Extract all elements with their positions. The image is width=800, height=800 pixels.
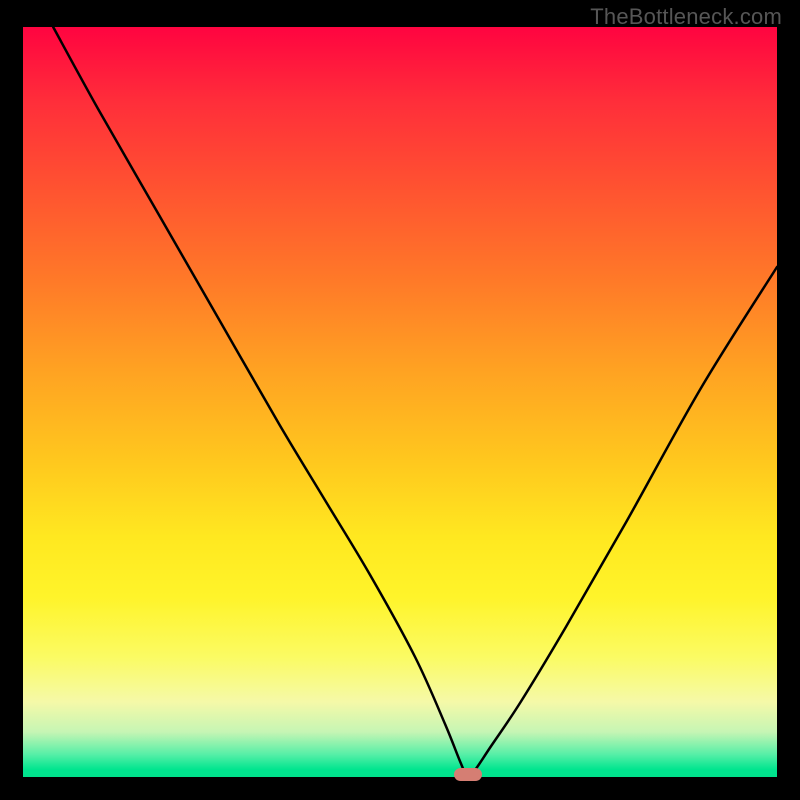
minimum-marker	[454, 768, 482, 781]
plot-area	[23, 27, 777, 777]
watermark-text: TheBottleneck.com	[590, 4, 782, 30]
bottleneck-curve	[23, 27, 777, 777]
chart-container: TheBottleneck.com	[0, 0, 800, 800]
